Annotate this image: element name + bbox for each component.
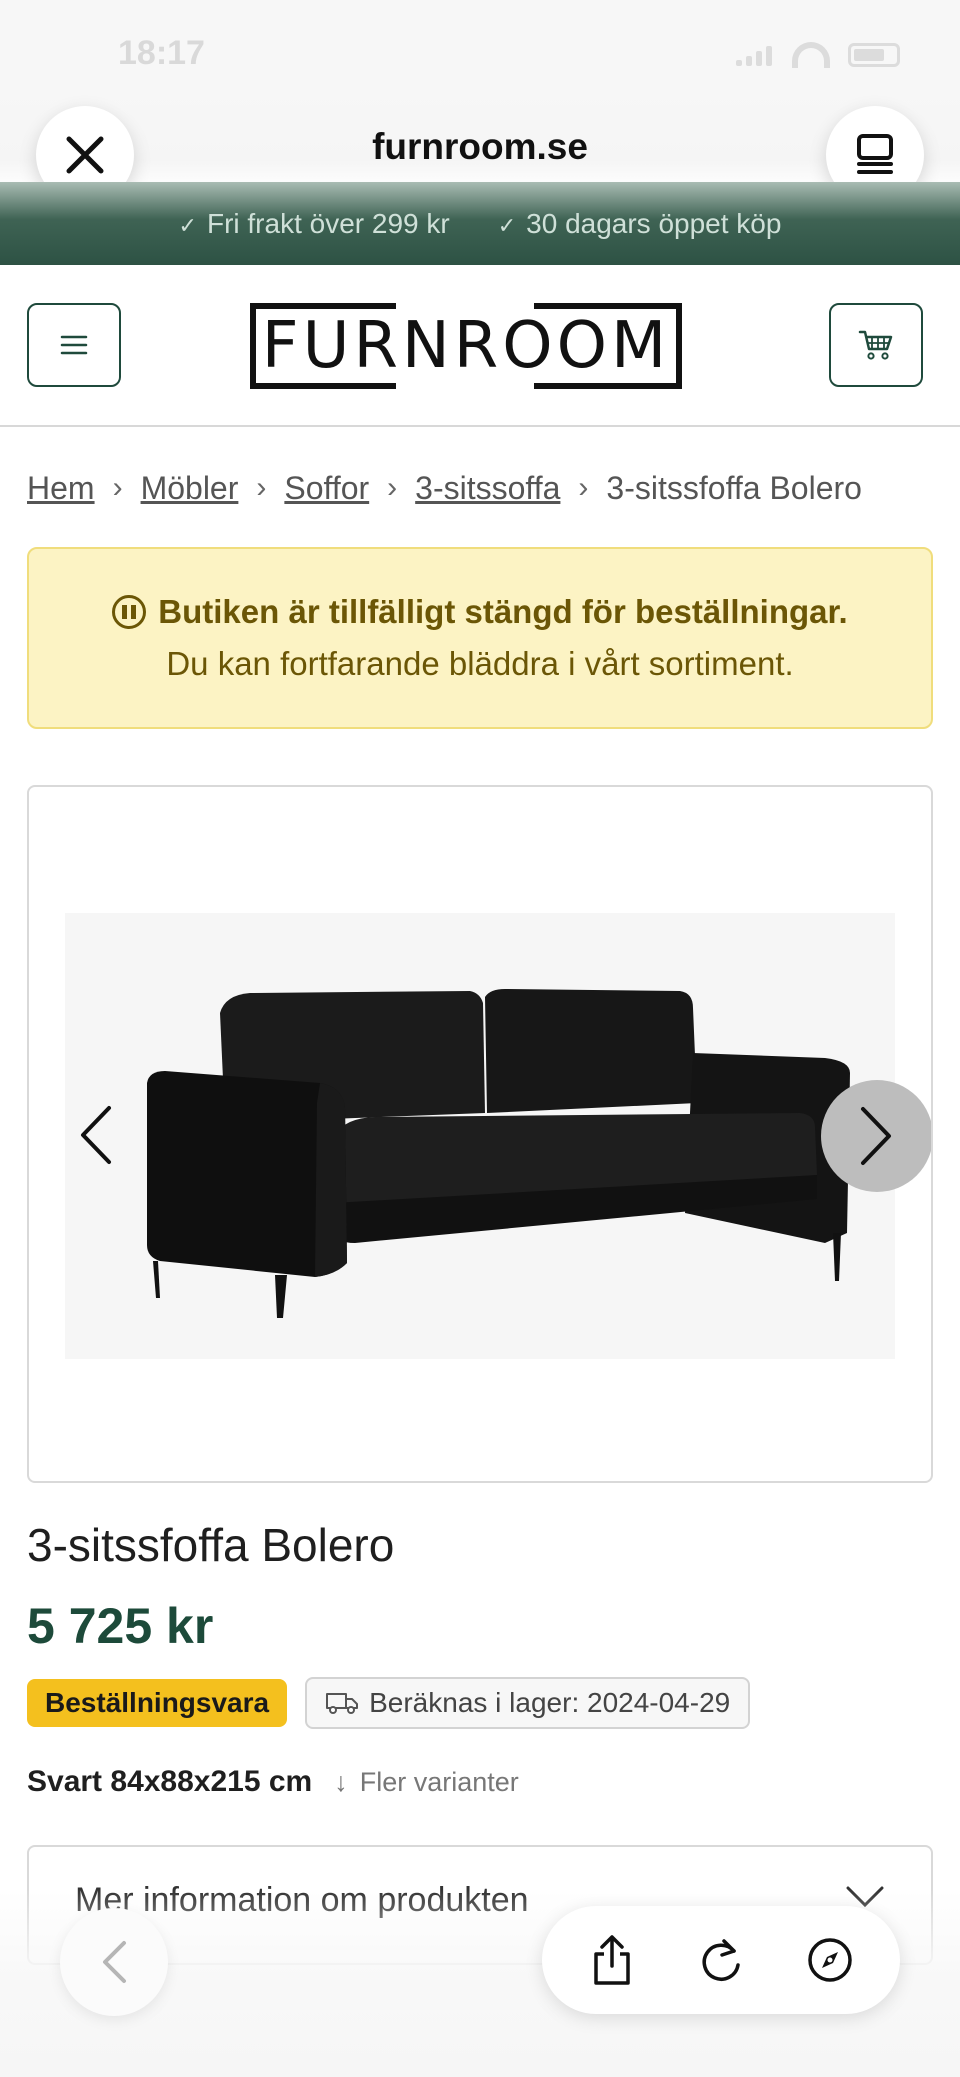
check-icon: ✓ <box>497 212 517 238</box>
breadcrumb: Hem › Möbler › Soffor › 3-sitssoffa › 3-… <box>27 468 927 508</box>
reload-button[interactable] <box>689 1928 753 1992</box>
chevron-right-icon: › <box>578 471 589 504</box>
breadcrumb-current: 3-sitssfoffa Bolero <box>606 469 862 506</box>
chevron-right-icon: › <box>256 471 267 504</box>
browser-toolbar <box>542 1906 900 2014</box>
status-icons <box>736 42 900 68</box>
chevron-left-icon <box>103 1941 126 1983</box>
signal-icon <box>736 44 774 66</box>
truck-icon <box>326 1693 359 1714</box>
share-button[interactable] <box>580 1928 644 1992</box>
reload-icon <box>702 1939 740 1981</box>
chevron-right-icon <box>861 1107 891 1165</box>
product-gallery <box>27 785 933 1483</box>
status-time: 18:17 <box>118 34 205 72</box>
product-price: 5 725 kr <box>27 1598 214 1654</box>
browser-back-button[interactable] <box>60 1908 168 2016</box>
notice-title-row: Butiken är tillfälligt stängd för bestäl… <box>29 593 931 631</box>
promo-item-shipping: ✓ Fri frakt över 299 kr <box>178 207 450 239</box>
chevron-right-icon: › <box>387 471 398 504</box>
order-item-badge: Beställningsvara <box>27 1679 288 1727</box>
variant-name: Svart 84x88x215 cm <box>27 1765 313 1798</box>
battery-icon <box>848 43 900 67</box>
logo-text: FURNROOM <box>261 309 671 383</box>
breadcrumb-link-soffor[interactable]: Soffor <box>284 470 369 507</box>
chevron-left-icon <box>81 1106 111 1164</box>
reader-icon <box>857 134 893 174</box>
variant-row: Svart 84x88x215 cm ↓ Fler varianter <box>27 1765 519 1799</box>
badge-row: Beställningsvara Beräknas i lager: 2024-… <box>27 1677 751 1729</box>
compass-button[interactable] <box>798 1928 862 1992</box>
close-icon <box>66 136 104 174</box>
pause-icon <box>112 595 147 629</box>
breadcrumb-link-home[interactable]: Hem <box>27 470 95 507</box>
stock-estimate-text: Beräknas i lager: 2024-04-29 <box>369 1687 731 1718</box>
promo-strip: ✓ Fri frakt över 299 kr ✓ 30 dagars öppet … <box>0 182 960 265</box>
compass-icon <box>807 1938 852 1982</box>
more-variants-link[interactable]: ↓ Fler varianter <box>334 1767 519 1798</box>
stock-estimate-badge: Beräknas i lager: 2024-04-29 <box>305 1677 751 1729</box>
wifi-icon <box>792 42 830 68</box>
cart-icon <box>858 330 893 360</box>
product-image[interactable] <box>65 913 895 1359</box>
gallery-next-button[interactable] <box>821 1080 931 1192</box>
store-closed-notice: Butiken är tillfälligt stängd för bestäl… <box>27 547 933 729</box>
breadcrumb-link-3-sitssoffa[interactable]: 3-sitssoffa <box>415 470 560 507</box>
promo-item-returns: ✓ 30 dagars öppet köp <box>497 207 782 239</box>
menu-icon <box>60 335 88 355</box>
check-icon: ✓ <box>178 212 197 238</box>
site-logo[interactable]: FURNROOM <box>250 301 682 391</box>
product-title: 3-sitssfoffa Bolero <box>27 1519 395 1571</box>
arrow-down-icon: ↓ <box>334 1766 348 1797</box>
site-header: FURNROOM <box>0 265 960 427</box>
menu-button[interactable] <box>27 303 121 387</box>
breadcrumb-link-mobler[interactable]: Möbler <box>141 470 239 507</box>
notice-title: Butiken är tillfälligt stängd för bestäl… <box>158 593 848 630</box>
url-label[interactable]: furnroom.se <box>0 126 960 168</box>
sofa-image <box>147 989 850 1318</box>
share-icon <box>594 1935 631 1985</box>
cart-button[interactable] <box>829 303 923 387</box>
gallery-prev-button[interactable] <box>65 1095 125 1175</box>
notice-subtitle: Du kan fortfarande bläddra i vårt sortim… <box>166 645 794 682</box>
chevron-right-icon: › <box>112 471 123 504</box>
